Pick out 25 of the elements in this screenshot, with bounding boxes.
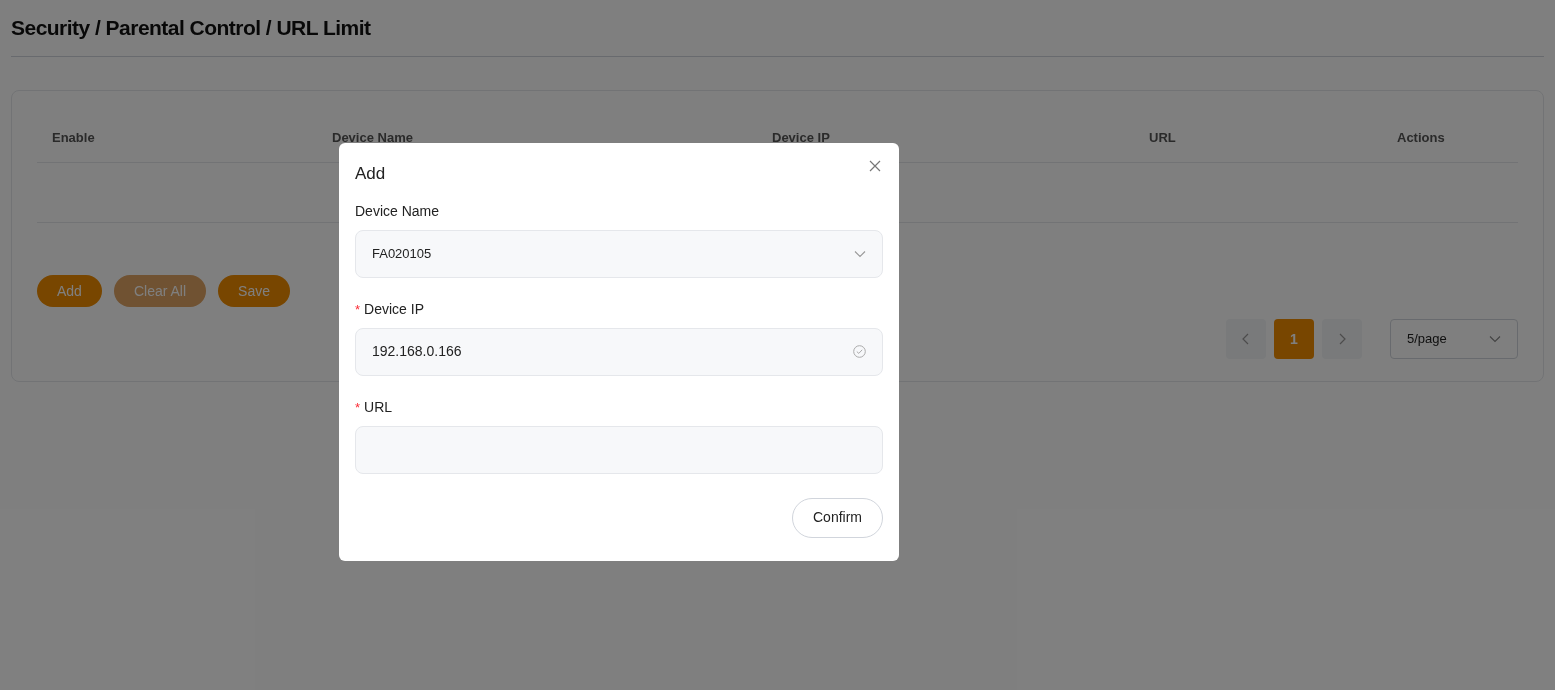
input-field[interactable]: 192.168.0.166	[355, 327, 883, 376]
previous-page-button[interactable]	[1226, 319, 1266, 359]
chevron-right-icon	[1338, 333, 1346, 345]
column-header: URL	[1148, 128, 1177, 147]
chevron-down-icon	[854, 249, 866, 258]
chevron-down-icon	[1489, 335, 1501, 343]
device-select[interactable]: FA020105	[355, 229, 883, 278]
dialog-title: Add	[355, 163, 386, 185]
close-icon[interactable]	[869, 160, 881, 172]
confirm-button[interactable]: Confirm	[792, 497, 883, 538]
required-mark: *	[355, 398, 361, 417]
next-page-button[interactable]	[1322, 319, 1362, 359]
column-header: Device IP	[771, 128, 831, 147]
column-header: Device Name	[331, 128, 414, 147]
check-circle-icon	[853, 345, 866, 358]
chevron-left-icon	[1242, 333, 1250, 345]
page-title: Security / Parental Control / URL Limit	[11, 15, 371, 42]
field-label: URL	[364, 398, 393, 417]
field-label: Device IP	[364, 300, 424, 319]
input-field[interactable]	[355, 425, 883, 474]
column-header: Enable	[51, 128, 96, 147]
column-header: Actions	[1396, 128, 1446, 147]
field-label: Device Name	[355, 202, 440, 221]
page-size-select[interactable]: 5/page	[1390, 319, 1518, 359]
required-mark: *	[355, 300, 361, 319]
